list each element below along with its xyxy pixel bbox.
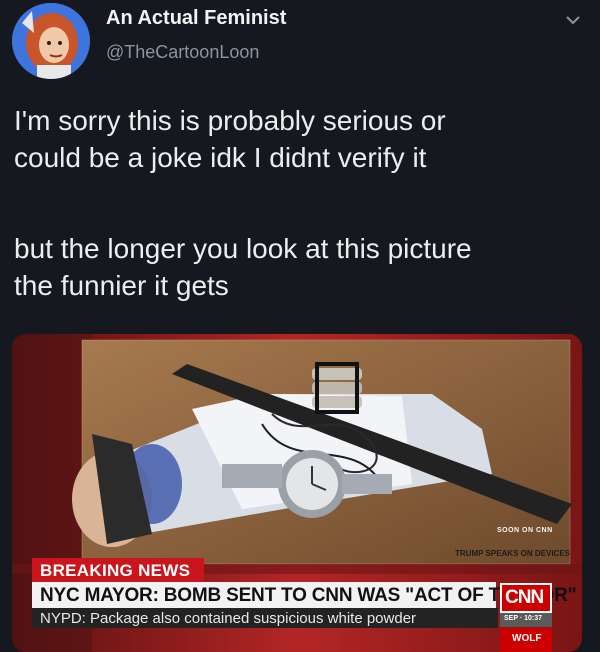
upcoming-segment-label: TRUMP SPEAKS ON DEVICES	[455, 549, 570, 558]
subheadline-text: NYPD: Package also contained suspicious …	[40, 610, 417, 627]
breaking-news-label: BREAKING NEWS	[40, 561, 191, 580]
cnn-logo-text: CNN	[505, 587, 544, 608]
breaking-news-banner: BREAKING NEWS	[32, 558, 204, 582]
show-name-badge: WOLF	[500, 628, 552, 652]
time-text: SEP · 10:37	[504, 615, 543, 622]
tweet-text-line: could be a joke idk I didnt verify it	[14, 142, 427, 173]
tweet-text-line: the funnier it gets	[14, 270, 229, 301]
chevron-down-icon[interactable]	[566, 12, 580, 30]
display-name[interactable]: An Actual Feminist	[106, 7, 286, 30]
tweet-text-line: but the longer you look at this picture	[14, 233, 472, 264]
show-name-label: WOLF	[512, 633, 542, 644]
cnn-logo: CNN	[500, 583, 552, 613]
avatar[interactable]	[12, 3, 90, 79]
user-handle[interactable]: @TheCartoonLoon	[106, 42, 259, 63]
time-bar: SEP · 10:37	[500, 613, 552, 627]
headline-bar: NYC MAYOR: BOMB SENT TO CNN WAS "ACT OF …	[32, 582, 577, 608]
avatar-illustration	[12, 3, 90, 79]
subheadline-bar: NYPD: Package also contained suspicious …	[32, 608, 498, 628]
soon-on-cnn-label: SOON ON CNN	[497, 527, 553, 534]
tweet-text-line: I'm sorry this is probably serious or	[14, 105, 446, 136]
headline-text: NYC MAYOR: BOMB SENT TO CNN WAS "ACT OF …	[40, 585, 577, 606]
